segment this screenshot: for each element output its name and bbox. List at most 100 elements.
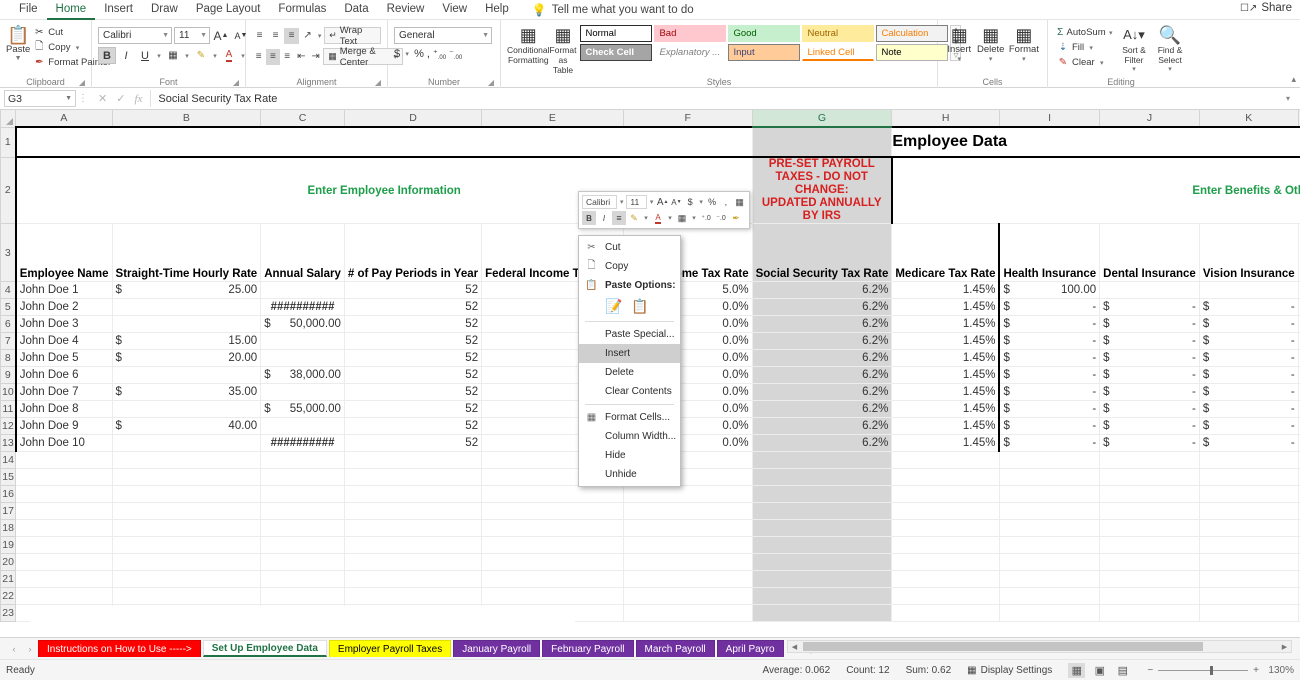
chevron-down-icon[interactable]: ▾	[1166, 65, 1174, 73]
cell-blank-r16-c10[interactable]	[1199, 485, 1299, 503]
spreadsheet-grid[interactable]: A B C D E F G H I J K L M N O 1 Employee…	[0, 110, 1300, 637]
cell-blank-r19-c6[interactable]	[752, 536, 893, 554]
chevron-down-icon[interactable]: ▾	[955, 55, 963, 63]
cell-blank-r14-c6[interactable]	[752, 451, 893, 469]
cell-health-13[interactable]: $ -	[998, 434, 1101, 452]
cell-salary-4[interactable]	[260, 281, 345, 299]
cell-blank-r16-c8[interactable]	[999, 485, 1101, 503]
enter-formula-icon[interactable]: ✓	[116, 92, 125, 105]
number-format-combo[interactable]: General ▼	[394, 27, 492, 44]
cell-dental-10[interactable]: $ -	[1099, 383, 1200, 401]
cell-vision-5[interactable]: $ -	[1199, 298, 1299, 316]
mini-increase-decimal-button[interactable]: ⁺.0	[699, 211, 713, 225]
row-header-22[interactable]: 22	[0, 587, 17, 605]
mini-font-size[interactable]: 11	[626, 195, 647, 209]
align-bottom-button[interactable]: ≡	[284, 27, 300, 44]
cell-blank-r23-c7[interactable]	[891, 604, 1000, 622]
cell-vision-7[interactable]: $ -	[1199, 332, 1299, 350]
cell-blank-r18-c3[interactable]	[344, 519, 483, 537]
collapse-ribbon-button[interactable]: ▴	[1291, 74, 1296, 85]
cell-dental-4[interactable]	[1099, 281, 1200, 299]
cell-blank-r22-c5[interactable]	[623, 587, 753, 605]
cell-blank-r20-c2[interactable]	[260, 553, 345, 571]
row-header-8[interactable]: 8	[0, 349, 17, 367]
cell-blank-r17-c3[interactable]	[344, 502, 483, 520]
cell-blank-r19-c7[interactable]	[891, 536, 1000, 554]
context-menu-item-delete[interactable]: Delete	[579, 363, 680, 382]
chevron-down-icon[interactable]: ▾	[1098, 59, 1106, 67]
cell-blank-r15-c8[interactable]	[999, 468, 1101, 486]
mini-percent-button[interactable]: %	[706, 195, 719, 209]
table-row[interactable]: 22	[0, 587, 1300, 605]
ribbon-tab-data[interactable]: Data	[335, 0, 377, 20]
cell-hourly-8[interactable]: $20.00	[112, 349, 262, 367]
cell-medicare-5[interactable]: 1.45%	[891, 298, 1000, 316]
italic-button[interactable]: I	[117, 47, 135, 64]
cell-name-11[interactable]: John Doe 8	[14, 400, 113, 418]
paste-keep-formatting-icon[interactable]: 📋	[631, 297, 649, 315]
context-menu-item-clear-contents[interactable]: Clear Contents	[579, 382, 680, 401]
chevron-down-icon[interactable]: ▾	[666, 214, 674, 222]
sheet-tab-march-payroll[interactable]: March Payroll	[635, 640, 715, 657]
horizontal-scrollbar[interactable]: ◀ ▶	[787, 640, 1292, 653]
chevron-down-icon[interactable]: ▾	[618, 198, 625, 206]
mini-borders-button[interactable]: ▦	[675, 211, 689, 225]
row-header-17[interactable]: 17	[0, 502, 17, 520]
cell-blank-r17-c1[interactable]	[112, 502, 262, 520]
cell-vision-8[interactable]: $ -	[1199, 349, 1299, 367]
cell-blank-r17-c10[interactable]	[1199, 502, 1299, 520]
cell-periods-8[interactable]: 52	[344, 349, 483, 367]
cell-style-explanatory[interactable]: Explanatory ...	[654, 44, 727, 61]
cell-blank-r17-c5[interactable]	[623, 502, 753, 520]
name-box[interactable]: G3 ▼	[4, 90, 76, 107]
header-employee-name[interactable]: Employee Name	[14, 223, 113, 282]
cell-blank-r20-c5[interactable]	[623, 553, 753, 571]
clipboard-dialog-launcher[interactable]: ◢	[79, 77, 85, 88]
mini-format-painter-button[interactable]: ✒	[729, 211, 743, 225]
cell-name-6[interactable]: John Doe 3	[14, 315, 113, 333]
delete-cells-button[interactable]: ▦ Delete ▾	[975, 23, 1007, 63]
context-menu-item-hide[interactable]: Hide	[579, 446, 680, 465]
cell-blank-r22-c3[interactable]	[344, 587, 483, 605]
table-row[interactable]: 21	[0, 570, 1300, 588]
cell-blank-r21-c4[interactable]	[481, 570, 624, 588]
cell-periods-6[interactable]: 52	[344, 315, 483, 333]
row-header-15[interactable]: 15	[0, 468, 17, 486]
zoom-track[interactable]	[1158, 665, 1249, 675]
cell-periods-13[interactable]: 52	[344, 434, 483, 452]
chevron-down-icon[interactable]: ▼	[14, 55, 22, 62]
wrap-text-button[interactable]: ↵ Wrap Text	[324, 25, 382, 47]
context-menu-item-paste-special[interactable]: Paste Special...	[579, 325, 680, 344]
ribbon-tab-draw[interactable]: Draw	[142, 0, 187, 20]
cell-blank-r20-c3[interactable]	[344, 553, 483, 571]
cell-medicare-11[interactable]: 1.45%	[891, 400, 1000, 418]
cell-social-security-5[interactable]: 6.2%	[752, 298, 893, 316]
header-pay-periods[interactable]: # of Pay Periods in Year	[344, 223, 483, 282]
previous-sheet-arrow[interactable]: ‹	[6, 644, 22, 654]
font-family-combo[interactable]: Calibri ▼	[98, 27, 172, 44]
cell-blank-r22-c1[interactable]	[112, 587, 262, 605]
scroll-right-icon[interactable]: ▶	[1278, 643, 1291, 651]
cell-blank-r16-c3[interactable]	[344, 485, 483, 503]
cell-style-neutral[interactable]: Neutral	[802, 25, 875, 42]
header-social-security[interactable]: Social Security Tax Rate	[752, 223, 893, 282]
mini-bold-button[interactable]: B	[582, 211, 596, 225]
insert-cells-button[interactable]: ▦ Insert ▾	[944, 23, 975, 63]
cell-style-input[interactable]: Input	[728, 44, 801, 61]
cell-hourly-6[interactable]	[112, 315, 262, 333]
chevron-down-icon[interactable]: ▼	[196, 32, 207, 39]
align-right-button[interactable]: ≡	[281, 49, 294, 65]
autosum-button[interactable]: Σ AutoSum ▾	[1054, 25, 1116, 40]
mini-comma-button[interactable]: ,	[720, 195, 733, 209]
chevron-down-icon[interactable]: ▾	[183, 52, 191, 60]
view-page-break-button[interactable]: ▤	[1114, 663, 1131, 678]
row-header-13[interactable]: 13	[0, 434, 17, 452]
cell-blank-r14-c0[interactable]	[15, 451, 113, 469]
cell-medicare-4[interactable]: 1.45%	[891, 281, 1000, 299]
cell-blank-r22-c2[interactable]	[260, 587, 345, 605]
cell-dental-9[interactable]: $ -	[1099, 366, 1200, 384]
cell-social-security-6[interactable]: 6.2%	[752, 315, 893, 333]
number-dialog-launcher[interactable]: ◢	[488, 77, 494, 88]
row-header-3[interactable]: 3	[0, 223, 17, 282]
cell-hourly-13[interactable]	[112, 434, 262, 452]
